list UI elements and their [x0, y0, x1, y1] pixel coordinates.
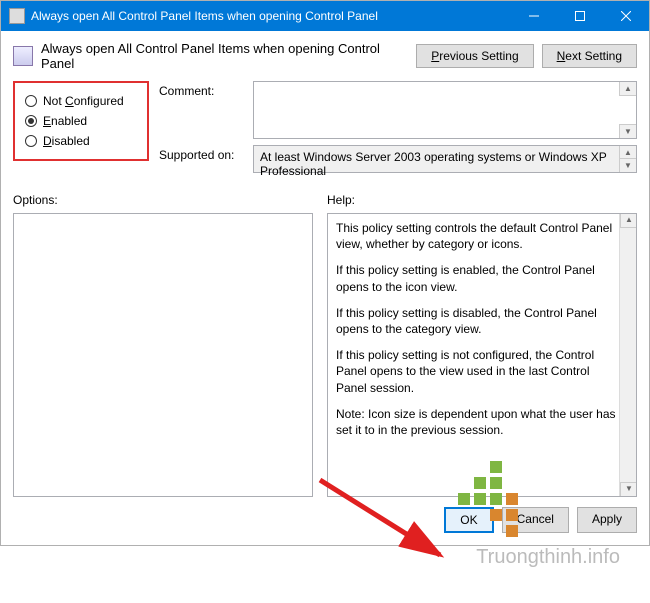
help-text: If this policy setting is not configured…	[336, 347, 616, 396]
comment-label: Comment:	[159, 81, 245, 98]
radio-label: Disabled	[43, 134, 90, 148]
close-icon	[621, 11, 631, 21]
state-radio-group: Not Configured Enabled Disabled	[13, 81, 149, 161]
options-panel	[13, 213, 313, 497]
close-button[interactable]	[603, 1, 649, 31]
options-label: Options:	[13, 193, 313, 207]
help-scrollbar[interactable]: ▲ ▼	[619, 214, 636, 496]
radio-disabled[interactable]: Disabled	[25, 131, 137, 151]
scroll-down-icon[interactable]: ▼	[619, 124, 636, 138]
app-icon	[9, 8, 25, 24]
supported-on-box: At least Windows Server 2003 operating s…	[253, 145, 637, 173]
help-text: This policy setting controls the default…	[336, 220, 616, 252]
radio-label: Not Configured	[43, 94, 124, 108]
supported-label: Supported on:	[159, 145, 245, 162]
window-title: Always open All Control Panel Items when…	[31, 9, 511, 23]
comment-textarea[interactable]: ▲ ▼	[253, 81, 637, 139]
radio-icon-selected	[25, 115, 37, 127]
scroll-up-icon[interactable]: ▲	[620, 214, 637, 228]
radio-label: Enabled	[43, 114, 87, 128]
maximize-button[interactable]	[557, 1, 603, 31]
scroll-down-icon[interactable]: ▼	[619, 158, 636, 172]
radio-icon	[25, 135, 37, 147]
minimize-icon	[529, 11, 539, 21]
policy-icon	[13, 46, 33, 66]
scroll-up-icon[interactable]: ▲	[619, 82, 636, 96]
minimize-button[interactable]	[511, 1, 557, 31]
cancel-button[interactable]: Cancel	[502, 507, 569, 533]
radio-enabled[interactable]: Enabled	[25, 111, 137, 131]
radio-not-configured[interactable]: Not Configured	[25, 91, 137, 111]
watermark-text: Truongthinh.info	[476, 546, 620, 569]
titlebar[interactable]: Always open All Control Panel Items when…	[1, 1, 649, 31]
apply-button[interactable]: Apply	[577, 507, 637, 533]
help-panel: This policy setting controls the default…	[327, 213, 637, 497]
policy-editor-window: Always open All Control Panel Items when…	[0, 0, 650, 546]
help-text: Note: Icon size is dependent upon what t…	[336, 406, 616, 438]
policy-title: Always open All Control Panel Items when…	[41, 41, 408, 71]
previous-setting-button[interactable]: Previous Setting	[416, 44, 533, 68]
radio-icon	[25, 95, 37, 107]
help-label: Help:	[327, 193, 637, 207]
next-setting-button[interactable]: Next Setting	[542, 44, 637, 68]
help-text: If this policy setting is disabled, the …	[336, 305, 616, 337]
supported-on-text: At least Windows Server 2003 operating s…	[260, 150, 607, 178]
maximize-icon	[575, 11, 585, 21]
ok-button[interactable]: OK	[444, 507, 493, 533]
help-text: If this policy setting is enabled, the C…	[336, 262, 616, 294]
scroll-down-icon[interactable]: ▼	[620, 482, 637, 496]
